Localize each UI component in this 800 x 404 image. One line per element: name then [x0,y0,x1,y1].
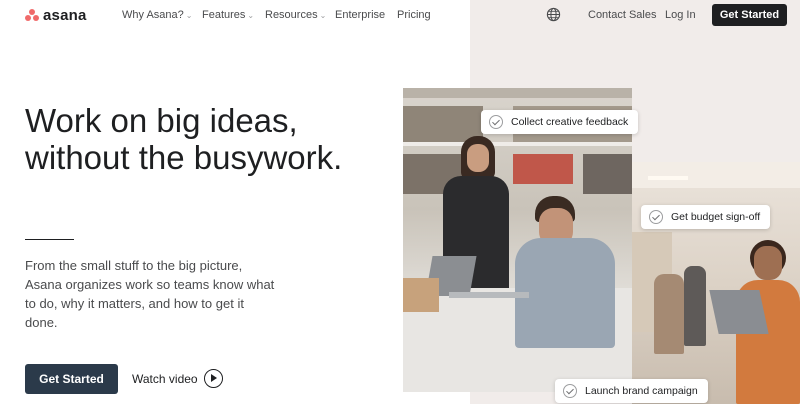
office-photo-secondary [632,162,800,404]
laptop-base [449,292,529,298]
woman-face [467,144,489,172]
nav-label: Why Asana? [122,9,184,21]
nav-features[interactable]: Features ⌄ [202,9,254,21]
nav-pricing[interactable]: Pricing [397,9,431,21]
play-icon [203,369,223,388]
callout-label: Launch brand campaign [585,385,698,397]
headline-line-1: Work on big ideas, [25,102,298,139]
shelf-edge [403,142,632,146]
man-shirt [515,238,615,348]
background-person-2 [684,266,706,346]
hero-get-started-button[interactable]: Get Started [25,364,118,394]
woman-face-2 [754,246,782,280]
hero-headline: Work on big ideas, without the busywork. [25,102,342,176]
nav-get-started-button[interactable]: Get Started [712,4,787,26]
top-nav: asana Why Asana? ⌄ Features ⌄ Resources ⌄ E… [0,0,800,30]
laptop-2 [709,290,769,334]
check-circle-icon [649,210,663,224]
headline-line-2: without the busywork. [25,139,343,176]
hero-divider [25,239,74,240]
nav-label: Resources [265,9,318,21]
paper-box [403,278,439,312]
nav-label: Pricing [397,9,431,21]
watch-video-button[interactable]: Watch video [132,369,223,388]
callout-budget-signoff: Get budget sign-off [641,205,771,229]
callout-label: Get budget sign-off [671,211,761,223]
shelf-top [403,88,632,98]
ceiling [632,162,800,188]
chevron-down-icon: ⌄ [185,11,193,20]
globe-icon[interactable] [546,7,561,22]
nav-label: Features [202,9,246,21]
nav-resources[interactable]: Resources ⌄ [265,9,326,21]
nav-enterprise[interactable]: Enterprise [335,9,385,21]
logo-dots-icon [25,9,39,21]
books-low-right [583,154,632,194]
logo-text: asana [43,6,87,24]
ceiling-light [648,176,688,180]
callout-label: Collect creative feedback [511,116,629,128]
callout-brand-campaign: Launch brand campaign [555,379,708,403]
hero-description: From the small stuff to the big picture,… [25,258,275,330]
background-person [654,274,684,354]
contact-sales-link[interactable]: Contact Sales [588,9,656,21]
check-circle-icon [563,384,577,398]
chevron-down-icon: ⌄ [319,11,327,20]
nav-why-asana[interactable]: Why Asana? ⌄ [122,9,192,21]
log-in-link[interactable]: Log In [665,9,696,21]
nav-label: Enterprise [335,9,386,21]
callout-collect-feedback: Collect creative feedback [481,110,639,134]
check-circle-icon [489,115,503,129]
chevron-down-icon: ⌄ [247,11,255,20]
watch-video-label: Watch video [132,371,198,386]
asana-logo[interactable]: asana [25,6,87,24]
red-books [513,154,573,184]
